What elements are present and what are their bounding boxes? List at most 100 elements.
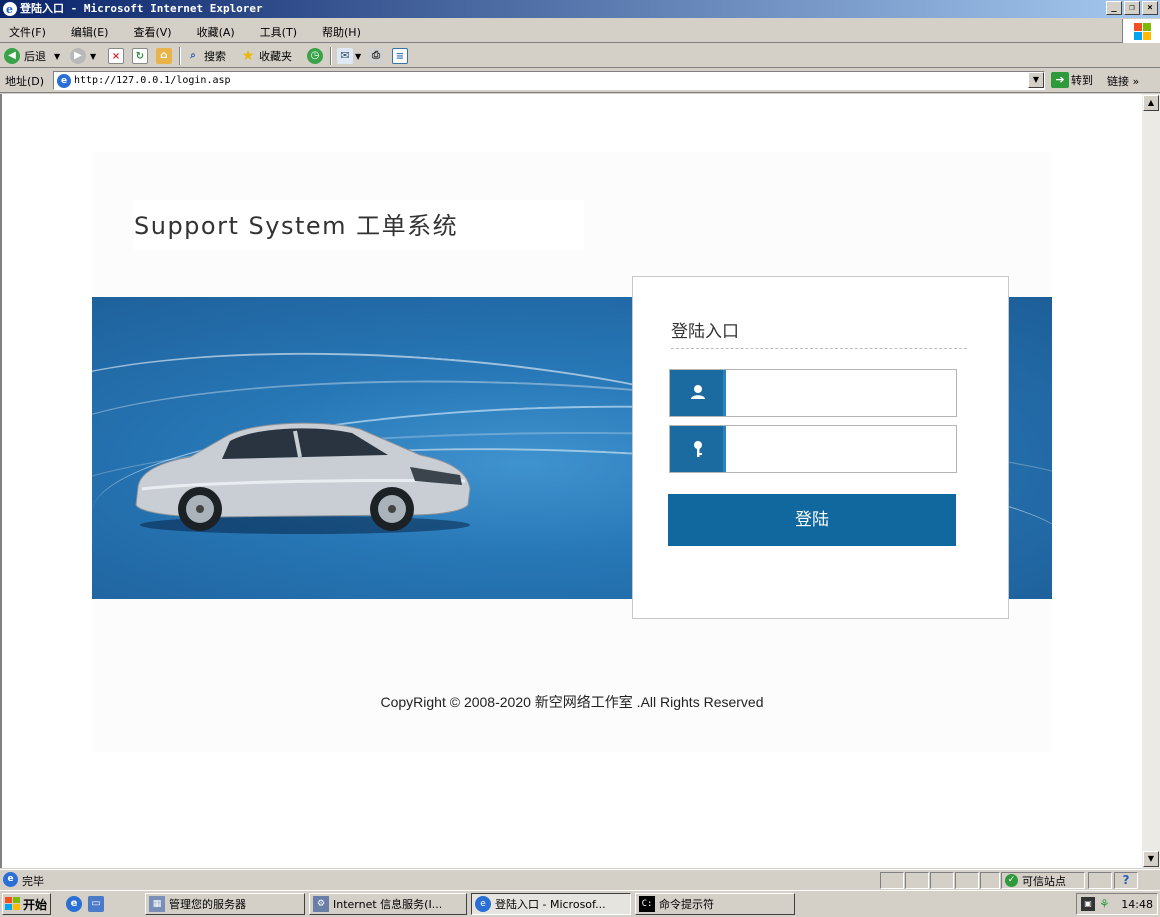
address-label: 地址(D) xyxy=(5,75,45,88)
links-button[interactable]: 链接 » xyxy=(1107,73,1139,89)
key-icon xyxy=(670,426,726,472)
edit-page-icon: ≡ xyxy=(392,48,408,64)
quicklaunch-ie-icon[interactable]: e xyxy=(66,896,82,912)
windows-logo-icon xyxy=(1122,19,1160,43)
page-icon: e xyxy=(57,74,71,88)
close-button[interactable]: × xyxy=(1142,1,1158,15)
copyright-text: CopyRight © 2008-2020 新空网络工作室 .All Right… xyxy=(380,694,764,710)
quicklaunch-desktop-icon[interactable]: ▭ xyxy=(88,896,104,912)
print-icon: ⎙ xyxy=(368,48,384,64)
login-title: 登陆入口 xyxy=(671,317,967,349)
task-cmd[interactable]: C: 命令提示符 xyxy=(635,893,795,915)
address-input[interactable]: e http://127.0.0.1/login.asp xyxy=(53,71,1045,90)
history-button[interactable]: ◷ xyxy=(307,47,323,65)
mail-button[interactable]: ✉ ▼ xyxy=(337,47,361,65)
task-label: 命令提示符 xyxy=(659,898,714,911)
back-label: 后退 xyxy=(24,50,46,63)
login-page: Support System 工单系统 登陆入口 登陆 CopyRight © … xyxy=(92,152,1052,752)
security-zone: ✓ 可信站点 xyxy=(1001,872,1085,889)
status-text: 完毕 xyxy=(22,875,44,888)
car-image xyxy=(130,417,475,535)
user-icon xyxy=(670,370,726,416)
task-label: Internet 信息服务(I... xyxy=(333,898,443,911)
refresh-icon: ↻ xyxy=(132,48,148,64)
task-label: 登陆入口 - Microsof... xyxy=(495,898,606,911)
login-button[interactable]: 登陆 xyxy=(668,494,956,546)
back-arrow-icon: ◀ xyxy=(4,48,20,64)
start-button[interactable]: 开始 xyxy=(2,893,51,915)
back-button[interactable]: ◀ 后退 ▼ xyxy=(4,47,60,65)
forward-button[interactable]: ▶ ▼ xyxy=(70,47,96,65)
trusted-check-icon: ✓ xyxy=(1005,874,1018,887)
scroll-down-icon[interactable]: ▼ xyxy=(1143,851,1159,867)
menu-favorites[interactable]: 收藏(A) xyxy=(192,23,240,41)
search-icon: ⌕ xyxy=(190,50,196,61)
start-label: 开始 xyxy=(23,897,48,912)
password-input[interactable] xyxy=(728,427,954,471)
menu-bar: 文件(F) 编辑(E) 查看(V) 收藏(A) 工具(T) 帮助(H) xyxy=(0,19,1160,43)
home-button[interactable]: ⌂ xyxy=(156,47,172,65)
menu-edit[interactable]: 编辑(E) xyxy=(66,23,114,41)
page-viewport: Support System 工单系统 登陆入口 登陆 CopyRight © … xyxy=(0,94,1142,868)
task-manage-server[interactable]: ▦ 管理您的服务器 xyxy=(145,893,305,915)
go-label: 转到 xyxy=(1071,74,1093,87)
address-bar: 地址(D) e http://127.0.0.1/login.asp ▼ ➔ 转… xyxy=(0,69,1160,93)
search-label: 搜索 xyxy=(204,50,226,63)
system-tray: ▣ ⚘ 14:48 xyxy=(1076,893,1158,915)
links-label: 链接 xyxy=(1107,75,1129,88)
menu-file[interactable]: 文件(F) xyxy=(4,23,51,41)
vm-icon[interactable]: ▣ xyxy=(1081,897,1095,911)
standard-toolbar: ◀ 后退 ▼ ▶ ▼ × ↻ ⌂ ⌕ 搜索 ★ 收藏夹 ◷ ✉ ▼ ⎙ ≡ xyxy=(0,44,1160,68)
scroll-up-icon[interactable]: ▲ xyxy=(1143,95,1159,111)
restore-button[interactable]: ❐ xyxy=(1124,1,1140,15)
menu-help[interactable]: 帮助(H) xyxy=(317,23,366,41)
address-url: http://127.0.0.1/login.asp xyxy=(74,75,231,86)
favorites-button[interactable]: ★ 收藏夹 xyxy=(240,47,292,65)
brand-header: Support System 工单系统 xyxy=(134,200,584,250)
ie-logo-icon: e xyxy=(2,1,18,17)
forward-arrow-icon: ▶ xyxy=(70,48,86,64)
home-icon: ⌂ xyxy=(156,48,172,64)
vertical-scrollbar[interactable]: ▲ ▼ xyxy=(1142,94,1160,868)
forward-dropdown-icon[interactable]: ▼ xyxy=(90,52,96,61)
ie-task-icon: e xyxy=(475,896,491,912)
stop-button[interactable]: × xyxy=(108,47,124,65)
stop-icon: × xyxy=(108,48,124,64)
brand-title: Support System 工单系统 xyxy=(134,212,459,240)
menu-tools[interactable]: 工具(T) xyxy=(255,23,302,41)
cmd-icon: C: xyxy=(639,896,655,912)
back-dropdown-icon[interactable]: ▼ xyxy=(54,52,60,61)
minimize-button[interactable]: _ xyxy=(1106,1,1122,15)
star-icon: ★ xyxy=(241,48,255,64)
window-title-bar: e 登陆入口 - Microsoft Internet Explorer _ ❐… xyxy=(0,0,1160,18)
menu-view[interactable]: 查看(V) xyxy=(128,23,176,41)
status-bar: e 完毕 ✓ 可信站点 ? xyxy=(0,869,1160,889)
edit-button[interactable]: ≡ xyxy=(392,47,408,65)
search-button[interactable]: ⌕ 搜索 xyxy=(185,47,226,65)
mail-icon: ✉ xyxy=(337,48,353,64)
window-title: 登陆入口 - Microsoft Internet Explorer xyxy=(20,2,263,15)
svg-text:e: e xyxy=(6,3,13,16)
clock: 14:48 xyxy=(1121,898,1153,911)
go-arrow-icon: ➔ xyxy=(1051,72,1069,88)
zone-label: 可信站点 xyxy=(1022,874,1066,888)
help-icon[interactable]: ? xyxy=(1114,872,1138,889)
print-button[interactable]: ⎙ xyxy=(368,47,384,65)
username-input[interactable] xyxy=(728,371,954,415)
address-dropdown-icon[interactable]: ▼ xyxy=(1028,72,1044,88)
login-panel: 登陆入口 登陆 xyxy=(632,276,1009,619)
network-tray-icon[interactable]: ⚘ xyxy=(1099,897,1113,911)
refresh-button[interactable]: ↻ xyxy=(132,47,148,65)
password-field xyxy=(669,425,957,473)
task-login-ie[interactable]: e 登陆入口 - Microsof... xyxy=(471,893,631,915)
page-done-icon: e xyxy=(3,872,18,887)
taskbar: 开始 e ▭ ▦ 管理您的服务器 ⚙ Internet 信息服务(I... e … xyxy=(0,890,1160,917)
task-iis[interactable]: ⚙ Internet 信息服务(I... xyxy=(309,893,467,915)
username-field xyxy=(669,369,957,417)
favorites-label: 收藏夹 xyxy=(259,50,292,63)
iis-icon: ⚙ xyxy=(313,896,329,912)
go-button[interactable]: ➔ 转到 xyxy=(1051,72,1093,88)
windows-flag-icon xyxy=(5,897,21,911)
network-icon xyxy=(1088,872,1112,889)
mail-dropdown-icon[interactable]: ▼ xyxy=(355,52,361,61)
